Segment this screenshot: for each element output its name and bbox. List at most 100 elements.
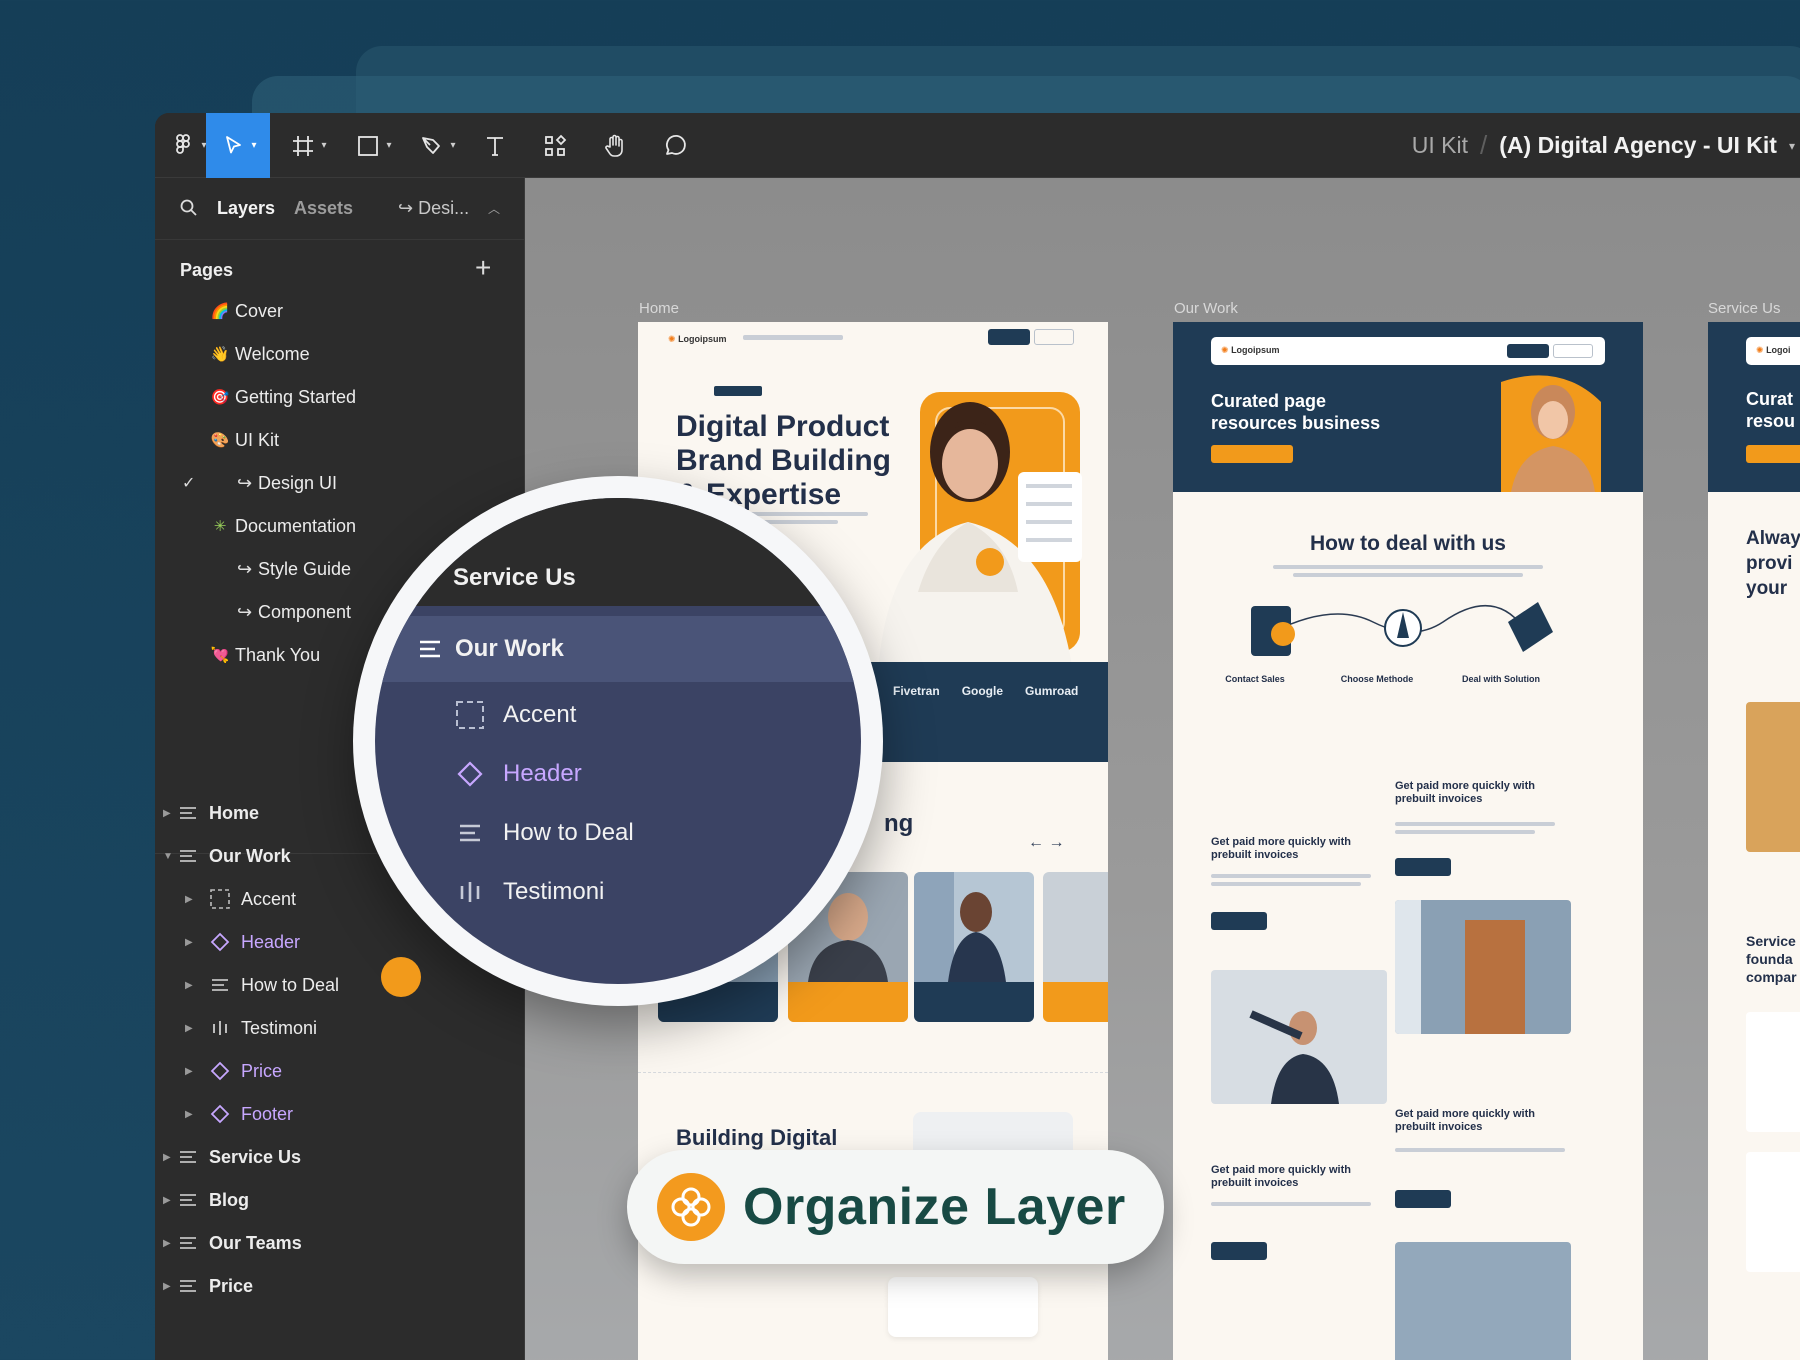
chevron-down-icon[interactable]: ▾ — [1789, 139, 1795, 153]
page-welcome[interactable]: 👋 Welcome — [155, 334, 525, 374]
orange-dot — [381, 957, 421, 997]
section-title-building: Building Digital — [676, 1125, 838, 1150]
caret-right-icon[interactable]: ▶ — [185, 1109, 193, 1120]
magnified-layer-list: Service Us Our Work Accent Header How to… — [375, 498, 861, 984]
magnified-layer-testimoni: Testimoni — [375, 859, 861, 925]
step-choose-methode: Choose Methode — [1340, 674, 1414, 684]
nav-contact-button — [1034, 329, 1074, 345]
how-to-deal-title: How to deal with us — [1309, 532, 1506, 555]
layer-how-to-deal[interactable]: ▶ How to Deal — [155, 965, 525, 1005]
page-label: Getting Started — [235, 386, 357, 407]
service-section-title: Service founda compar — [1746, 933, 1797, 985]
page-getting-started[interactable]: 🎯 Getting Started — [155, 377, 525, 417]
layer-label: Price — [241, 1060, 283, 1081]
tab-layers[interactable]: Layers — [217, 198, 275, 219]
carousel-arrows: ← → — [1028, 834, 1065, 851]
caret-right-icon[interactable]: ▶ — [185, 980, 193, 991]
magnified-label: Accent — [503, 701, 577, 728]
breadcrumb-project[interactable]: UI Kit — [1412, 132, 1468, 159]
component-diamond-icon — [209, 931, 231, 953]
pages-heading: Pages — [180, 260, 234, 280]
component-diamond-icon — [209, 1060, 231, 1082]
component-diamond-icon — [209, 1103, 231, 1125]
frame-lines-icon — [177, 845, 199, 867]
layer-label: Header — [241, 931, 301, 952]
frame-lines-icon — [415, 634, 445, 664]
page-cover[interactable]: 🌈 Cover — [155, 291, 525, 331]
layer-our-teams[interactable]: ▶ Our Teams — [155, 1223, 525, 1263]
cursor-icon — [226, 135, 242, 153]
frame-lines-icon — [209, 974, 231, 996]
page-design-ui[interactable]: ✓ ↪ Design UI — [155, 463, 525, 503]
search-icon[interactable] — [179, 198, 199, 218]
frame-label-home[interactable]: Home — [639, 300, 679, 317]
return-arrow-icon: ↪ — [237, 472, 253, 493]
nav-links — [743, 335, 843, 340]
caret-right-icon[interactable]: ▶ — [185, 1066, 193, 1077]
panel-tabs: Layers Assets ↪ Desi... ︿ — [155, 178, 524, 240]
heart-icon: 💘 — [210, 647, 230, 664]
magnified-label: Testimoni — [503, 878, 605, 905]
step-contact-sales: Contact Sales — [1225, 674, 1285, 684]
return-arrow-icon: ↪ — [237, 558, 253, 579]
chevron-up-icon[interactable]: ︿ — [488, 200, 500, 217]
frame-our-work[interactable]: ✺ Logoipsum Curated page resources busin… — [1173, 322, 1643, 1360]
move-tool-button[interactable]: ▾ — [206, 113, 270, 178]
caret-right-icon[interactable]: ▶ — [163, 808, 171, 819]
frame-label-our-work[interactable]: Our Work — [1174, 300, 1238, 317]
layer-price-page[interactable]: ▶ Price — [155, 1266, 525, 1306]
invoice-text — [1211, 874, 1371, 878]
layer-price[interactable]: ▶ Price — [155, 1051, 525, 1091]
caret-right-icon[interactable]: ▶ — [163, 1281, 171, 1292]
caret-right-icon[interactable]: ▶ — [163, 1152, 171, 1163]
nav-cta-button — [988, 329, 1030, 345]
chevron-down-icon: ▾ — [450, 140, 456, 151]
page-ui-kit[interactable]: 🎨 UI Kit — [155, 420, 525, 460]
figma-logo-icon — [176, 133, 191, 154]
frame-lines-icon — [455, 818, 485, 848]
magnified-label: Our Work — [455, 635, 564, 662]
text-tool-button[interactable] — [473, 113, 517, 178]
frame-service-us[interactable]: ✺ Logoi Curat resou Alway provi your Ser… — [1708, 322, 1800, 1360]
caret-right-icon[interactable]: ▶ — [163, 1195, 171, 1206]
frame-lines-icon — [177, 802, 199, 824]
invoice-button — [1395, 858, 1451, 876]
breadcrumb-separator: / — [1480, 130, 1488, 160]
caret-right-icon[interactable]: ▶ — [185, 1023, 193, 1034]
brand-gumroad: Gumroad — [1025, 684, 1079, 698]
page-label: Style Guide — [258, 558, 352, 579]
hero-tags — [676, 383, 816, 396]
our-work-nav: ✺ Logoipsum — [1211, 337, 1605, 365]
deal-body-text — [1293, 573, 1523, 577]
breadcrumb-file[interactable]: (A) Digital Agency - UI Kit — [1499, 132, 1777, 159]
layer-service-us[interactable]: ▶ Service Us — [155, 1137, 525, 1177]
service-hero-title: Curat resou — [1746, 389, 1796, 431]
page-label: Design UI — [258, 472, 338, 493]
invoice-heading: Get paid more quickly with prebuilt invo… — [1211, 836, 1351, 861]
layer-footer[interactable]: ▶ Footer — [155, 1094, 525, 1134]
component-diamond-icon — [455, 759, 485, 789]
wave-icon: 👋 — [210, 346, 230, 363]
layer-testimoni[interactable]: ▶ Testimoni — [155, 1008, 525, 1048]
hand-tool-button[interactable] — [593, 113, 637, 178]
layer-blog[interactable]: ▶ Blog — [155, 1180, 525, 1220]
tab-assets[interactable]: Assets — [294, 198, 353, 219]
frame-tool-button[interactable]: ▾ — [280, 113, 336, 178]
caret-right-icon[interactable]: ▶ — [185, 894, 193, 905]
caret-down-icon[interactable]: ▼ — [163, 851, 173, 862]
chevron-down-icon: ▾ — [251, 140, 257, 151]
caret-right-icon[interactable]: ▶ — [185, 937, 193, 948]
comment-tool-button[interactable] — [653, 113, 697, 178]
magnified-label: Header — [503, 760, 582, 787]
pen-tool-button[interactable]: ▾ — [409, 113, 465, 178]
invoice-text — [1395, 1148, 1565, 1152]
tab-design-page[interactable]: ↪ Desi... — [398, 198, 469, 219]
add-page-icon[interactable]: + — [475, 254, 491, 282]
caret-right-icon[interactable]: ▶ — [163, 1238, 171, 1249]
page-label: Welcome — [235, 343, 310, 364]
components-tool-button[interactable] — [533, 113, 577, 178]
project-card — [1043, 872, 1108, 1022]
shape-tool-button[interactable]: ▾ — [345, 113, 401, 178]
service-card — [1746, 1012, 1800, 1132]
frame-label-service-us[interactable]: Service Us — [1708, 300, 1781, 317]
